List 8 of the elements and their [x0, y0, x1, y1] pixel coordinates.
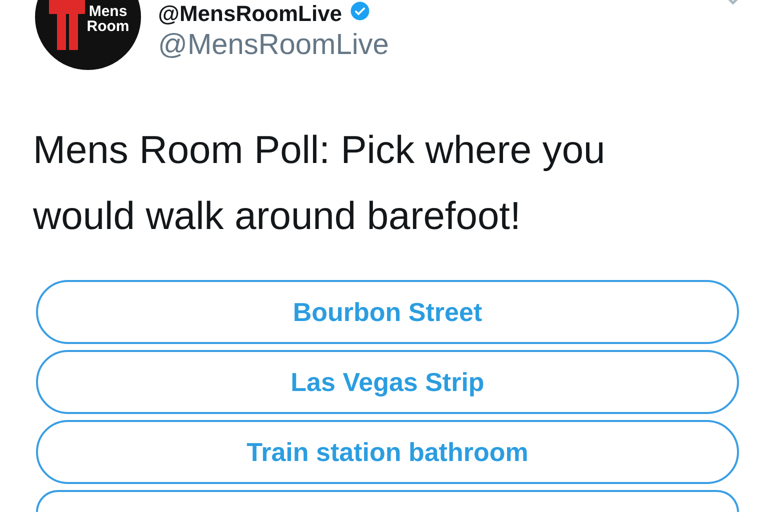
handle: @MensRoomLive — [158, 28, 389, 63]
poll-option[interactable]: Train station bathroom — [36, 420, 739, 484]
poll-option[interactable]: Las Vegas Strip — [36, 350, 739, 414]
display-name: @MensRoomLive — [158, 1, 342, 27]
tweet-text: Mens Room Poll: Pick where you would walk around barefoot! — [33, 128, 606, 240]
poll-option[interactable] — [36, 490, 739, 512]
poll-option[interactable]: Bourbon Street — [36, 280, 739, 344]
avatar-logo: Mens Room — [35, 0, 141, 70]
